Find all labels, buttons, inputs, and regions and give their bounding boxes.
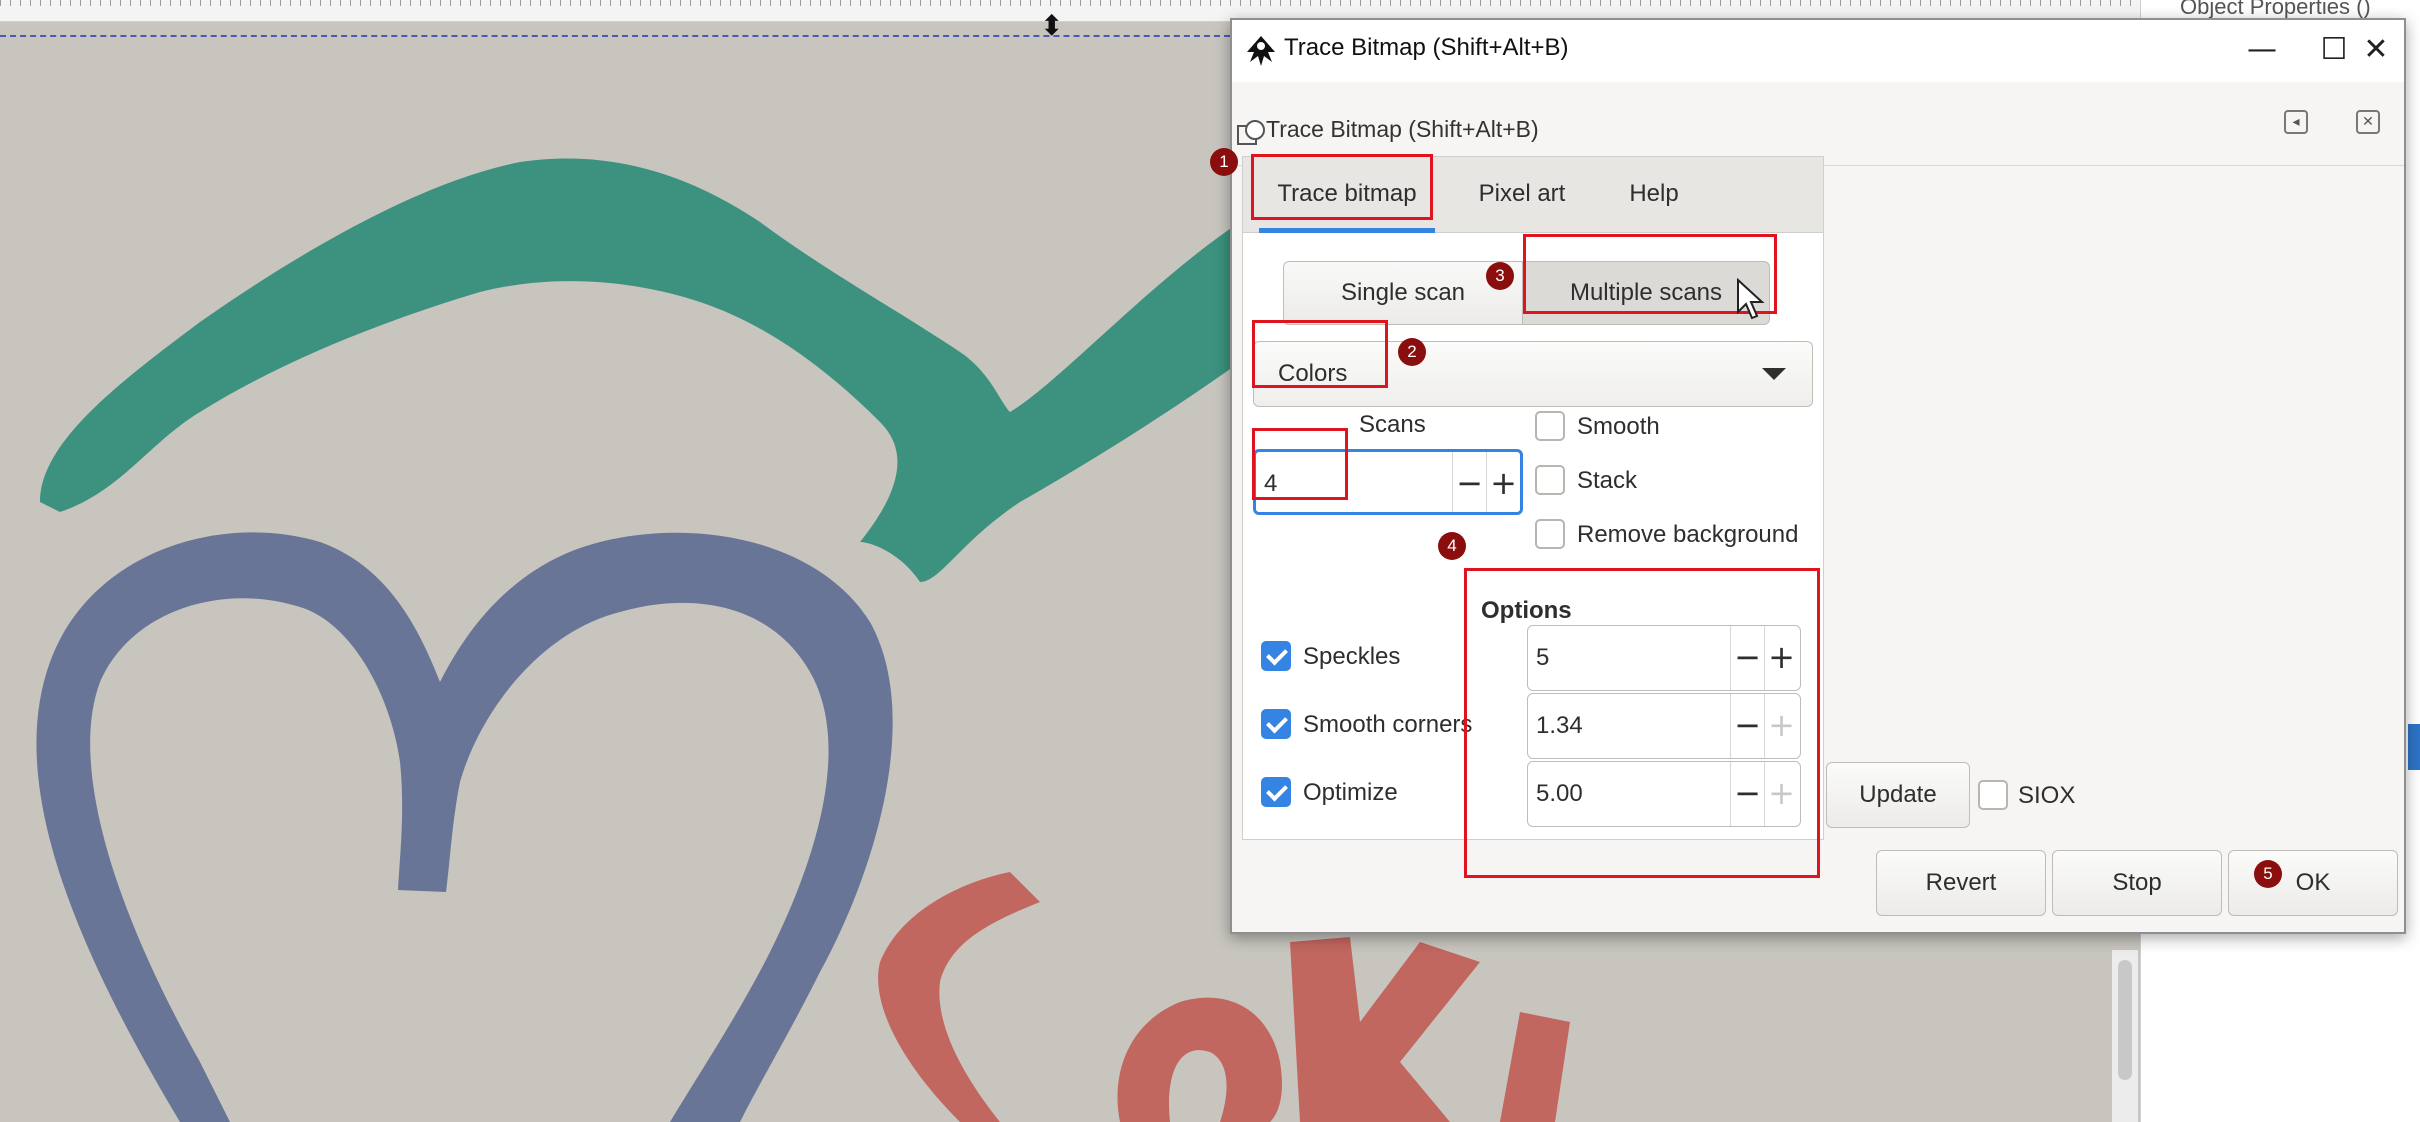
scans-increment-button[interactable]: + — [1486, 452, 1520, 512]
stop-button[interactable]: Stop — [2052, 850, 2222, 916]
annotation-box-scans-value — [1252, 428, 1348, 500]
annotation-badge-4: 4 — [1438, 532, 1466, 560]
tab-pixel-art[interactable]: Pixel art — [1457, 157, 1587, 233]
scans-label: Scans — [1359, 411, 1426, 438]
siox-label: SIOX — [2018, 782, 2076, 809]
revert-button[interactable]: Revert — [1876, 850, 2046, 916]
smooth-label: Smooth — [1577, 413, 1660, 440]
scans-decrement-button[interactable]: − — [1452, 452, 1486, 512]
window-title: Trace Bitmap (Shift+Alt+B) — [1284, 34, 1569, 61]
dropdown-arrow-icon — [1762, 368, 1786, 380]
annotation-box-options — [1464, 568, 1820, 878]
dock-collapse-icon[interactable]: ◂ — [2284, 110, 2308, 134]
minimize-icon[interactable]: — — [2232, 28, 2292, 72]
stack-checkbox[interactable] — [1535, 465, 1565, 495]
update-preview-button[interactable]: Update — [1826, 762, 1970, 828]
dock-title: Trace Bitmap (Shift+Alt+B) — [1266, 116, 1539, 142]
blue-heart — [36, 532, 893, 1122]
close-icon[interactable]: ✕ — [2346, 28, 2406, 72]
optimize-checkbox[interactable] — [1261, 777, 1291, 807]
tab-help[interactable]: Help — [1609, 157, 1699, 233]
stack-label: Stack — [1577, 467, 1638, 494]
green-stroke — [40, 158, 1240, 583]
remove-background-checkbox[interactable] — [1535, 519, 1565, 549]
annotation-badge-1: 1 — [1210, 148, 1238, 176]
smooth-corners-checkbox[interactable] — [1261, 709, 1291, 739]
smooth-corners-label: Smooth corners — [1303, 711, 1473, 738]
dock-close-icon[interactable]: ✕ — [2356, 110, 2380, 134]
ok-button[interactable]: OK — [2228, 850, 2398, 916]
smooth-checkbox[interactable] — [1535, 411, 1565, 441]
window-titlebar[interactable]: Trace Bitmap (Shift+Alt+B) — ☐ ✕ — [1232, 20, 2404, 82]
annotation-badge-2: 2 — [1398, 338, 1426, 366]
siox-checkbox[interactable] — [1978, 780, 2008, 810]
speckles-checkbox[interactable] — [1261, 641, 1291, 671]
optimize-label: Optimize — [1303, 779, 1398, 806]
annotation-badge-5: 5 — [2254, 860, 2282, 888]
annotation-badge-3: 3 — [1486, 262, 1514, 290]
object-properties-title[interactable]: Object Properties () — [2180, 0, 2371, 20]
red-letters — [878, 872, 1040, 1122]
mouse-pointer-icon — [1737, 278, 1765, 320]
annotation-box-trace-bitmap-tab — [1251, 154, 1433, 220]
trace-bitmap-icon — [1237, 120, 1265, 145]
selected-row-indicator — [2408, 724, 2420, 770]
inkscape-logo-icon — [1247, 36, 1275, 66]
remove-background-label: Remove background — [1577, 521, 1799, 548]
scrollbar-thumb[interactable] — [2118, 960, 2132, 1080]
speckles-label: Speckles — [1303, 643, 1401, 670]
annotation-box-colors — [1252, 320, 1388, 388]
